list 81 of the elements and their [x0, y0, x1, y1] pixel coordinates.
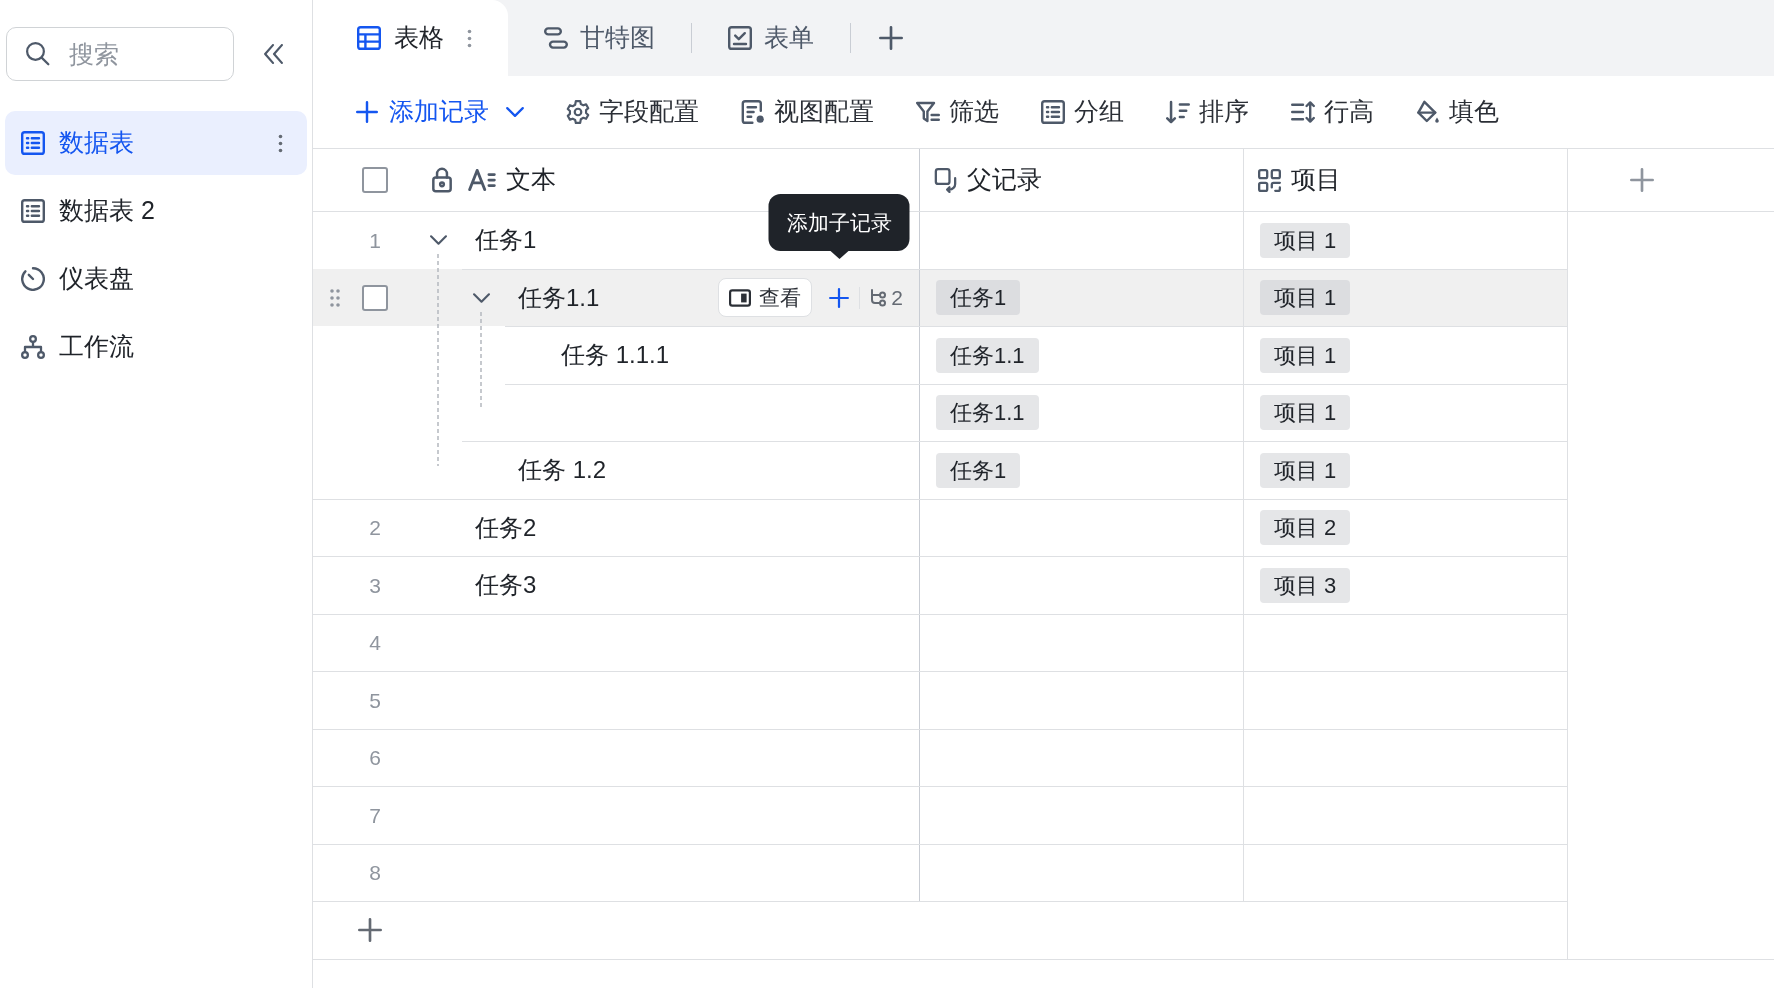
linked-square-icon [934, 167, 957, 193]
record-tag: 项目 3 [1260, 567, 1351, 603]
view-tab[interactable]: 表单 [716, 14, 826, 62]
list-icon [21, 131, 45, 155]
plus-icon[interactable] [879, 26, 903, 50]
column-header[interactable]: 文本 [506, 161, 556, 199]
record-tag: 项目 1 [1260, 222, 1351, 258]
column-header[interactable]: 父记录 [967, 161, 1042, 199]
document-icon [741, 100, 765, 124]
toolbar-button[interactable]: 分组 [1033, 89, 1132, 135]
view-button[interactable]: 查看 [718, 278, 813, 318]
record-tag: 项目 1 [1260, 280, 1351, 316]
subrecord-count-button[interactable]: 2 [870, 282, 903, 314]
settings-icon [566, 100, 590, 124]
hierarchy-icon [21, 335, 45, 359]
more-icon[interactable] [467, 28, 472, 48]
panel-icon [729, 288, 752, 307]
record-title: 任务1 [475, 225, 537, 256]
grid-squares-icon [1258, 167, 1281, 193]
row-number: 8 [369, 860, 381, 886]
gauge-icon [21, 267, 45, 291]
list-icon [1041, 100, 1065, 124]
record-tag: 项目 1 [1260, 395, 1351, 431]
record-tag: 项目 1 [1260, 337, 1351, 373]
filter-icon [916, 100, 940, 124]
sidebar-item[interactable]: 工作流 [5, 315, 307, 379]
chevron-down-icon[interactable] [472, 292, 490, 303]
sidebar-item[interactable]: 数据表 2 [5, 179, 307, 243]
record-title: 任务 1.1.1 [561, 340, 670, 371]
sidebar-item[interactable]: 仪表盘 [5, 247, 307, 311]
toolbar-button[interactable]: 筛选 [908, 89, 1007, 135]
text-type-icon [468, 169, 496, 191]
record-title: 任务 1.2 [518, 455, 607, 486]
more-icon[interactable] [278, 133, 283, 153]
toolbar-button[interactable]: 排序 [1158, 89, 1257, 135]
record-title: 任务2 [475, 512, 537, 543]
chevron-down-icon [506, 107, 524, 117]
toolbar-button[interactable]: 字段配置 [558, 89, 707, 135]
table-icon [357, 26, 381, 50]
view-tab[interactable]: 表格 [313, 0, 508, 76]
double-chevron-left-icon[interactable] [264, 44, 283, 64]
search-field[interactable]: 搜索 [6, 27, 234, 81]
plus-icon[interactable] [829, 287, 850, 308]
record-tag: 任务1.1 [936, 337, 1039, 373]
row-number: 3 [369, 572, 381, 599]
column-header[interactable]: 项目 [1291, 161, 1341, 199]
drag-handle-icon[interactable] [330, 288, 340, 307]
row-number: 4 [369, 630, 381, 656]
row-number: 5 [369, 687, 381, 714]
tooltip: 添加子记录 [768, 193, 910, 259]
toolbar-button[interactable]: 视图配置 [733, 89, 882, 135]
record-tag: 项目 2 [1260, 510, 1351, 546]
record-title: 任务3 [475, 570, 537, 601]
record-tag: 任务1 [936, 452, 1021, 488]
record-tag: 任务1.1 [936, 395, 1039, 431]
record-title: 任务1.1 [518, 282, 600, 313]
plus-icon[interactable] [358, 918, 382, 943]
toolbar-button[interactable]: 行高 [1283, 89, 1382, 135]
row-number: 6 [369, 745, 381, 771]
toolbar-button[interactable]: 填色 [1408, 89, 1507, 135]
plus-icon [356, 101, 378, 123]
row-number: 2 [369, 515, 381, 541]
row-number: 7 [369, 802, 381, 829]
record-tag: 项目 1 [1260, 452, 1351, 488]
plus-icon[interactable] [1630, 168, 1654, 192]
add-record-button[interactable]: 添加记录 [348, 89, 532, 135]
checkbox[interactable] [362, 284, 388, 311]
paint-bucket-icon [1416, 100, 1440, 124]
tree-branch-icon [870, 287, 888, 308]
row-number: 1 [369, 227, 381, 254]
row-height-icon [1291, 100, 1315, 124]
sort-icon [1166, 100, 1190, 124]
bars-icon [544, 26, 568, 50]
check-square-icon [728, 26, 752, 50]
list-icon [21, 199, 45, 223]
sidebar-item[interactable]: 数据表 [5, 111, 307, 175]
record-tag: 任务1 [936, 280, 1021, 316]
chevron-down-icon[interactable] [429, 235, 447, 246]
checkbox[interactable] [362, 167, 388, 193]
view-tab[interactable]: 甘特图 [532, 14, 667, 62]
search-icon [26, 42, 50, 66]
